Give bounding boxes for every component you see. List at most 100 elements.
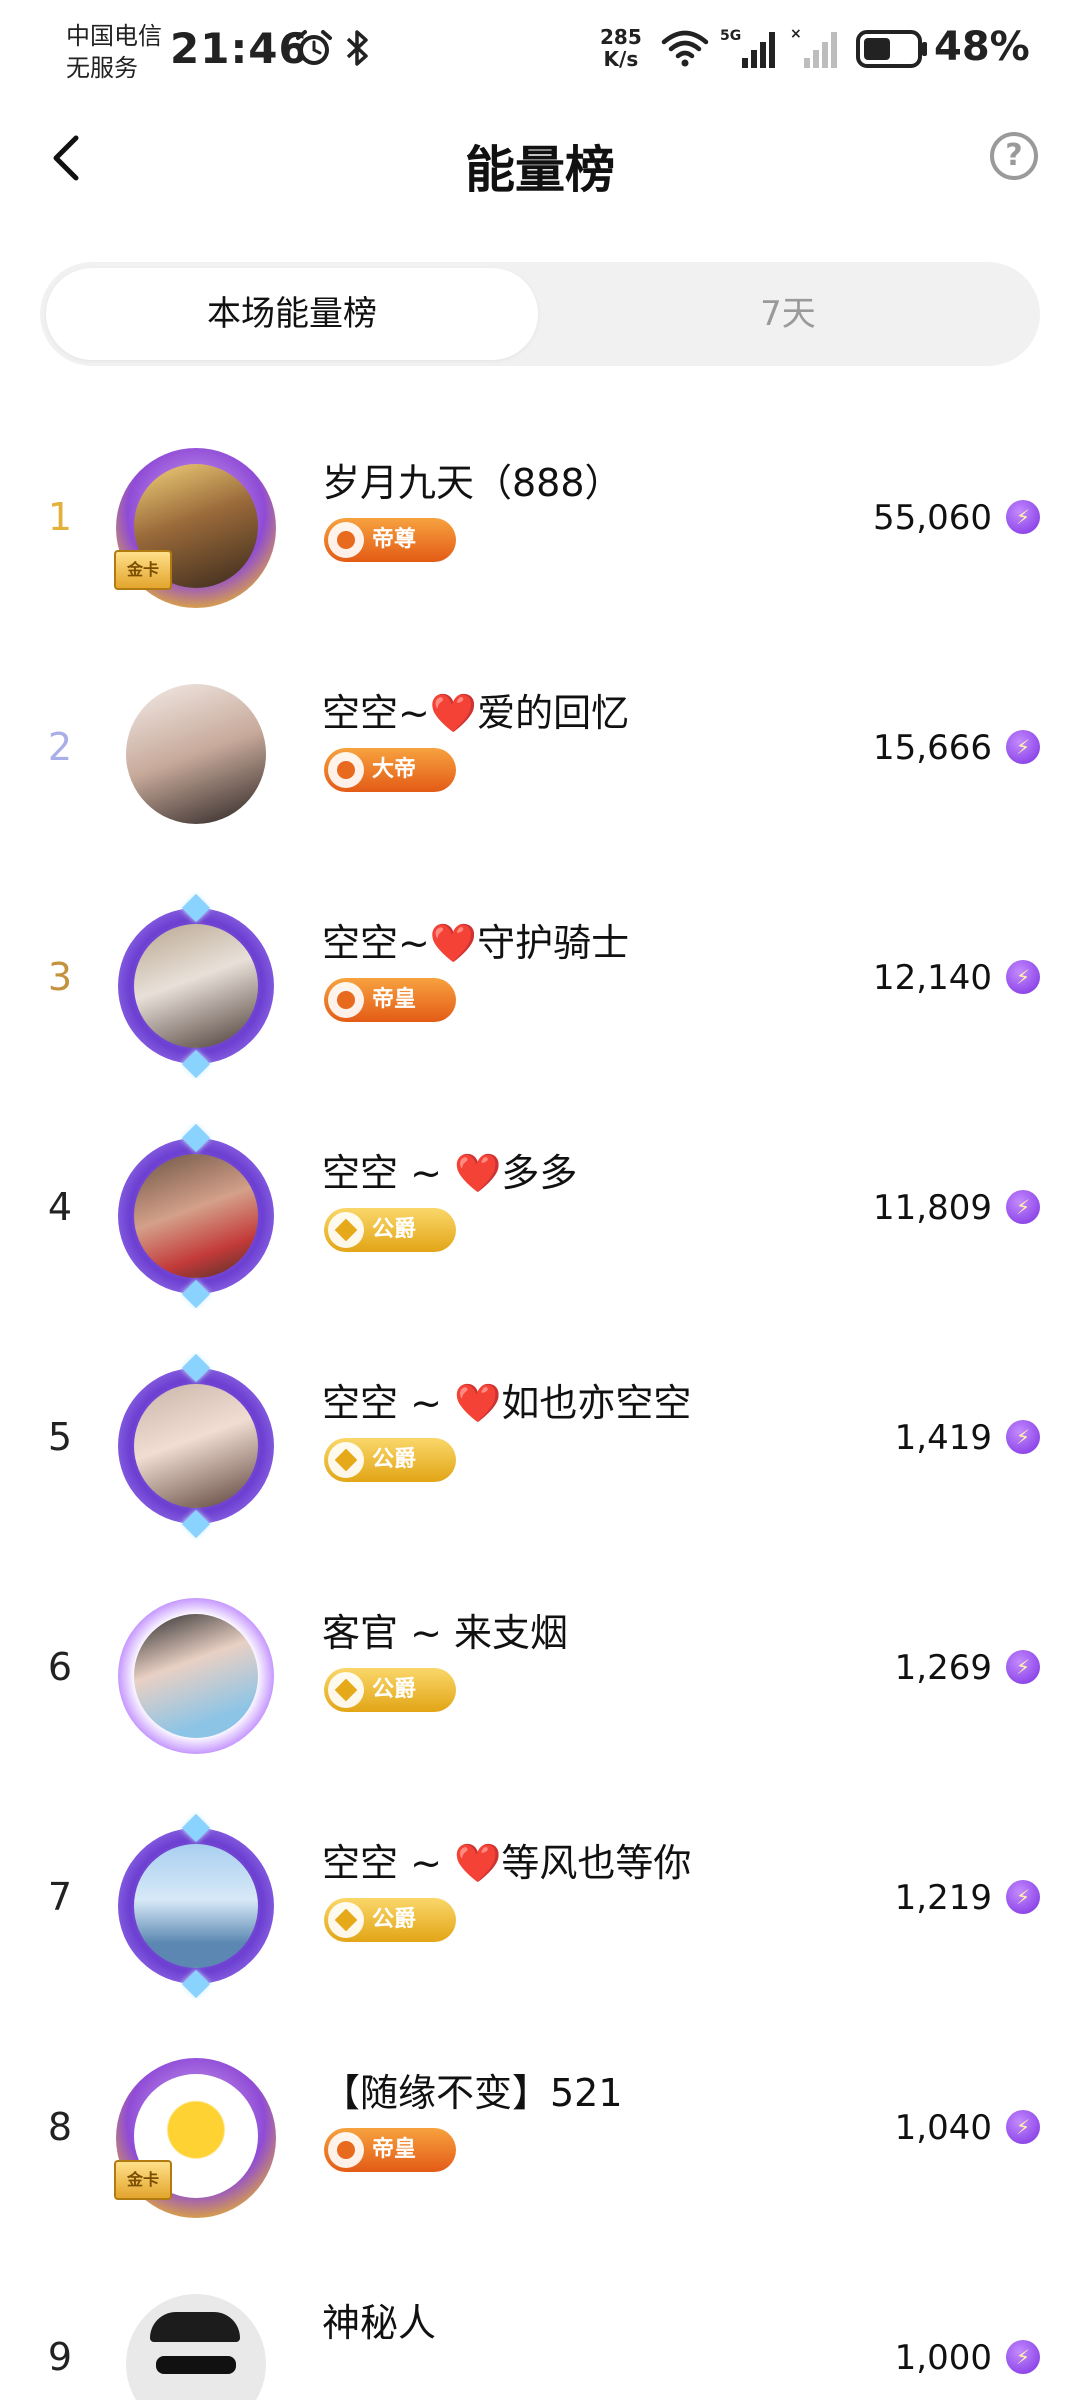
net-speed: 285 K/s [600, 26, 642, 70]
avatar-image [134, 1384, 258, 1508]
avatar-image [126, 2294, 266, 2400]
energy-bolt-icon [1006, 1650, 1040, 1684]
username: 空空 ~ ❤️多多 [322, 1151, 578, 1195]
battery-icon [856, 30, 927, 68]
energy-bolt-icon [1006, 500, 1040, 534]
avatar-image [134, 1844, 258, 1968]
mystery-hat-icon [150, 2312, 240, 2342]
rank-number: 9 [47, 2335, 73, 2379]
energy-bolt-icon [1006, 2340, 1040, 2374]
range-tabs: 本场能量榜 7天 [40, 262, 1040, 366]
avatar[interactable]: 金卡 [108, 440, 284, 616]
energy-score: 55,060 [873, 498, 992, 538]
energy-bolt-icon [1006, 2110, 1040, 2144]
mystery-glasses-icon [156, 2356, 236, 2374]
energy-bolt-icon [1006, 1420, 1040, 1454]
level-badge: 大帝 [324, 748, 456, 792]
avatar-image [134, 1154, 258, 1278]
ranking-row[interactable]: 1 金卡 岁月九天（888） 帝尊 55,060 [0, 410, 1080, 640]
ranking-row[interactable]: 2 空空~❤️爱的回忆 大帝 15,666 [0, 640, 1080, 870]
avatar[interactable] [108, 670, 284, 846]
badge-emblem-icon [328, 982, 364, 1018]
level-badge: 公爵 [324, 1898, 456, 1942]
svg-text:5G: 5G [720, 28, 741, 44]
carrier-info: 中国电信 无服务 [66, 20, 162, 84]
net-speed-value: 285 [600, 25, 642, 49]
level-badge: 帝尊 [324, 518, 456, 562]
energy-score: 15,666 [873, 728, 992, 768]
carrier-service: 无服务 [66, 54, 138, 82]
username: 岁月九天（888） [322, 461, 623, 505]
alarm-icon [296, 30, 332, 65]
energy-score: 12,140 [873, 958, 992, 998]
level-badge: 公爵 [324, 1668, 456, 1712]
avatar-image [134, 1614, 258, 1738]
username: 神秘人 [322, 2301, 437, 2345]
username: 【随缘不变】521 [322, 2071, 623, 2115]
status-time: 21:46 [170, 24, 309, 73]
level-badge: 公爵 [324, 1438, 456, 1482]
energy-bolt-icon [1006, 1880, 1040, 1914]
help-button[interactable]: ? [990, 132, 1038, 180]
level-badge: 帝皇 [324, 978, 456, 1022]
avatar[interactable] [108, 1813, 284, 1999]
energy-score: 1,419 [894, 1418, 992, 1458]
avatar[interactable]: 金卡 [108, 2050, 284, 2226]
avatar[interactable] [108, 2280, 284, 2400]
badge-emblem-icon [328, 1442, 364, 1478]
question-circle-icon: ? [1005, 138, 1023, 173]
badge-emblem-icon [328, 752, 364, 788]
battery-percent: 48% [934, 24, 1030, 70]
username: 空空 ~ ❤️如也亦空空 [322, 1381, 692, 1425]
avatar[interactable] [108, 1590, 284, 1766]
badge-emblem-icon [328, 1672, 364, 1708]
page-header: 能量榜 ? [0, 100, 1080, 220]
avatar-image [134, 924, 258, 1048]
avatar[interactable] [108, 1123, 284, 1309]
energy-bolt-icon [1006, 960, 1040, 994]
ranking-row[interactable]: 6 客官 ~ 来支烟 公爵 1,269 [0, 1560, 1080, 1790]
username: 空空~❤️爱的回忆 [322, 691, 630, 735]
badge-emblem-icon [328, 522, 364, 558]
rank-number: 3 [47, 955, 73, 999]
badge-label: 大帝 [372, 757, 417, 782]
badge-label: 帝皇 [372, 987, 417, 1012]
tab-this-session[interactable]: 本场能量榜 [46, 268, 538, 360]
badge-label: 帝尊 [372, 527, 417, 552]
ranking-row[interactable]: 9 神秘人 1,000 [0, 2250, 1080, 2400]
signal-no-sim-icon: × [790, 26, 837, 68]
badge-emblem-icon [328, 1212, 364, 1248]
rank-number: 2 [47, 725, 73, 769]
carrier-name: 中国电信 [66, 22, 162, 50]
ranking-list: 1 金卡 岁月九天（888） 帝尊 55,060 2 空空~❤️爱的回忆 大帝 … [0, 410, 1080, 2400]
username: 空空 ~ ❤️等风也等你 [322, 1841, 692, 1885]
level-badge: 帝皇 [324, 2128, 456, 2172]
ranking-row[interactable]: 4 空空 ~ ❤️多多 公爵 11,809 [0, 1100, 1080, 1330]
energy-score: 1,040 [894, 2108, 992, 2148]
tab-7-days[interactable]: 7天 [542, 268, 1034, 360]
avatar[interactable] [108, 1353, 284, 1539]
badge-label: 公爵 [372, 1217, 417, 1242]
rank-number: 5 [47, 1415, 73, 1459]
net-speed-unit: K/s [603, 47, 639, 71]
rank-number: 6 [47, 1645, 73, 1689]
badge-emblem-icon [328, 2132, 364, 2168]
page-title: 能量榜 [465, 141, 615, 199]
ranking-row[interactable]: 3 空空~❤️守护骑士 帝皇 12,140 [0, 870, 1080, 1100]
level-badge: 公爵 [324, 1208, 456, 1252]
ranking-row[interactable]: 5 空空 ~ ❤️如也亦空空 公爵 1,419 [0, 1330, 1080, 1560]
avatar[interactable] [108, 893, 284, 1079]
energy-score: 1,000 [894, 2338, 992, 2378]
bluetooth-icon [346, 30, 368, 66]
energy-score: 1,269 [894, 1648, 992, 1688]
username: 客官 ~ 来支烟 [322, 1611, 568, 1655]
rank-number: 7 [47, 1875, 73, 1919]
ranking-row[interactable]: 7 空空 ~ ❤️等风也等你 公爵 1,219 [0, 1790, 1080, 2020]
gold-card-tag: 金卡 [114, 550, 172, 590]
status-bar: 中国电信 无服务 21:46 285 K/s 5G × 48% [0, 0, 1080, 100]
badge-label: 帝皇 [372, 2137, 417, 2162]
ranking-row[interactable]: 8 金卡 【随缘不变】521 帝皇 1,040 [0, 2020, 1080, 2250]
signal-5g-icon: 5G [720, 28, 775, 68]
badge-label: 公爵 [372, 1677, 417, 1702]
rank-number: 1 [47, 495, 73, 539]
